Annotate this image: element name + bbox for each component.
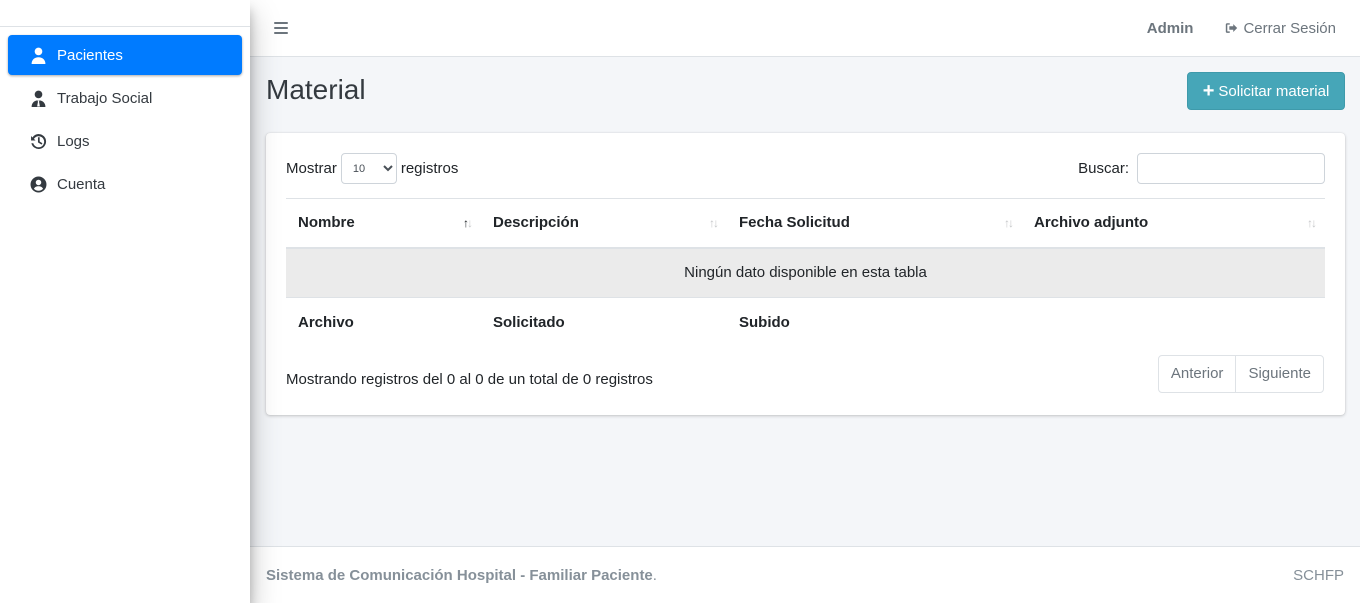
page-length-select[interactable]: 10	[340, 153, 397, 184]
table-search: Buscar:	[1078, 153, 1325, 184]
user-circle-icon	[28, 175, 48, 193]
sidebar-item-label: Cuenta	[57, 175, 106, 193]
next-page-button[interactable]: Siguiente	[1235, 356, 1323, 392]
column-header-descripcion[interactable]: Descripción ↑↓	[481, 198, 727, 249]
page-footer: Sistema de Comunicación Hospital - Famil…	[250, 546, 1360, 603]
sidebar-nav: Pacientes Trabajo Social Logs Cuenta	[0, 27, 250, 204]
search-input[interactable]	[1137, 153, 1325, 184]
pagination: Anterior Siguiente	[1157, 355, 1324, 393]
sort-icon: ↑↓	[709, 216, 719, 230]
user-icon	[28, 46, 48, 64]
sidebar-item-cuenta[interactable]: Cuenta	[8, 164, 242, 204]
user-tie-icon	[28, 89, 48, 107]
page-title: Material	[266, 74, 366, 105]
sidebar-brand	[0, 0, 250, 27]
column-header-nombre[interactable]: Nombre ↑↓	[286, 198, 481, 249]
sidebar: Pacientes Trabajo Social Logs Cuenta	[0, 0, 250, 603]
history-icon	[28, 132, 48, 150]
navbar-right: Admin Cerrar Sesión	[1147, 20, 1336, 37]
plus-icon: +	[1202, 80, 1215, 102]
footer-left: Sistema de Comunicación Hospital - Famil…	[266, 567, 657, 584]
sidebar-item-pacientes[interactable]: Pacientes	[8, 35, 242, 75]
footer-version: SCHFP	[1293, 566, 1344, 584]
table-footer-row: Archivo Solicitado Subido	[286, 297, 1325, 348]
footer-column-solicitado: Solicitado	[481, 297, 727, 348]
sort-icon: ↑↓	[1004, 216, 1014, 230]
table-row: Ningún dato disponible en esta tabla	[286, 247, 1325, 298]
sign-out-icon	[1226, 23, 1238, 33]
footer-column-archivo: Archivo	[286, 297, 481, 348]
previous-page-button[interactable]: Anterior	[1159, 356, 1236, 392]
sidebar-item-label: Trabajo Social	[57, 89, 153, 107]
sidebar-item-label: Pacientes	[57, 46, 123, 64]
request-material-button[interactable]: + Solicitar material	[1187, 72, 1345, 110]
length-suffix: registros	[400, 160, 459, 177]
sidebar-item-logs[interactable]: Logs	[8, 121, 242, 161]
length-prefix: Mostrar	[286, 160, 337, 177]
footer-period: .	[652, 566, 657, 584]
footer-system-name: Sistema de Comunicación Hospital - Famil…	[266, 566, 653, 584]
sidebar-item-label: Logs	[57, 132, 90, 150]
footer-column-subido: Subido	[727, 297, 1022, 348]
sort-asc-icon: ↑↓	[463, 216, 473, 230]
menu-icon[interactable]	[274, 22, 288, 34]
sort-icon: ↑↓	[1307, 216, 1317, 230]
top-navbar: Admin Cerrar Sesión	[250, 0, 1360, 57]
sidebar-item-trabajo-social[interactable]: Trabajo Social	[8, 78, 242, 118]
table-header-row: Nombre ↑↓ Descripción ↑↓ Fecha Solicitud…	[286, 198, 1325, 249]
request-material-label: Solicitar material	[1218, 82, 1330, 100]
column-header-fecha-solicitud[interactable]: Fecha Solicitud ↑↓	[727, 198, 1022, 249]
logout-label: Cerrar Sesión	[1243, 19, 1336, 37]
table-info: Mostrando registros del 0 al 0 de un tot…	[286, 371, 653, 388]
logout-link[interactable]: Cerrar Sesión	[1224, 20, 1336, 37]
main-content: Material + Solicitar material Mostrar 10…	[250, 57, 1360, 546]
column-header-archivo-adjunto[interactable]: Archivo adjunto ↑↓	[1022, 198, 1325, 249]
footer-column-empty	[1022, 297, 1325, 348]
search-label: Buscar:	[1078, 160, 1129, 177]
user-name: Admin	[1146, 19, 1194, 37]
materials-card: Mostrar 10 registros Buscar: Nombre ↑↓ D…	[266, 133, 1345, 415]
empty-table-message: Ningún dato disponible en esta tabla	[286, 247, 1325, 298]
materials-table: Nombre ↑↓ Descripción ↑↓ Fecha Solicitud…	[286, 198, 1325, 348]
page-length-control: Mostrar 10 registros	[286, 153, 458, 184]
